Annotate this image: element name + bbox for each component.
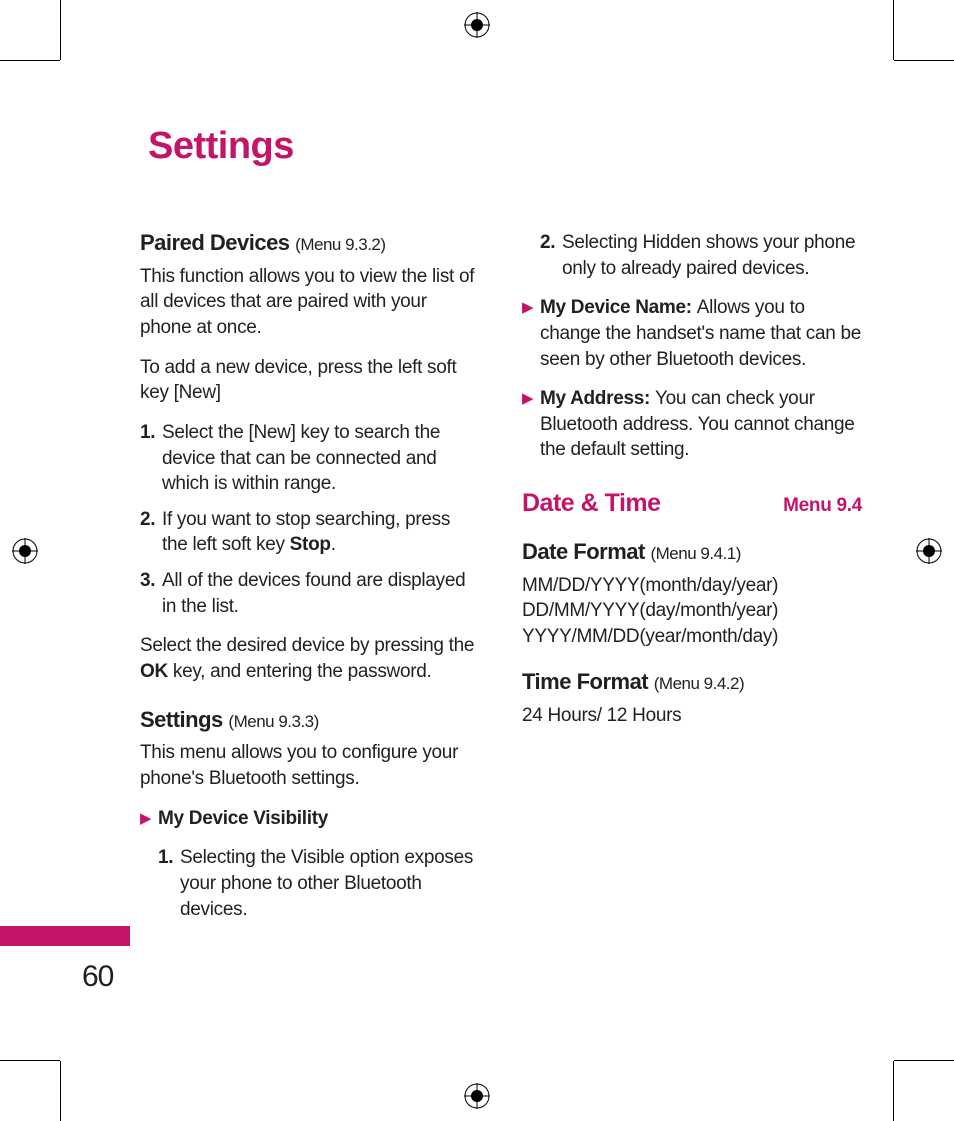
menu-ref: (Menu 9.4.2) bbox=[654, 674, 744, 693]
list-item: 1. Select the [New] key to search the de… bbox=[140, 420, 480, 497]
bullet-label: My Address: bbox=[540, 388, 655, 409]
bullet-label: My Device Name: bbox=[540, 297, 697, 318]
side-tab bbox=[0, 926, 130, 946]
registration-mark-icon bbox=[12, 538, 38, 564]
registration-mark-icon bbox=[464, 12, 490, 38]
bullet-item: ▶ My Address: You can check your Bluetoo… bbox=[522, 386, 862, 463]
menu-ref: (Menu 9.3.3) bbox=[228, 712, 318, 731]
page-title: Settings bbox=[148, 125, 870, 168]
page-number: 60 bbox=[82, 960, 113, 994]
list-number: 2. bbox=[140, 507, 162, 558]
registration-mark-icon bbox=[464, 1083, 490, 1109]
heading-text: Paired Devices bbox=[140, 230, 290, 255]
left-column: Paired Devices (Menu 9.3.2) This functio… bbox=[140, 228, 480, 936]
body-text: This function allows you to view the lis… bbox=[140, 264, 480, 341]
ordered-list: 2. Selecting Hidden shows your phone onl… bbox=[540, 230, 862, 281]
registration-mark-icon bbox=[916, 538, 942, 564]
ordered-list: 1. Select the [New] key to search the de… bbox=[140, 420, 480, 619]
section-title: Date & Time bbox=[522, 487, 661, 521]
body-text: To add a new device, press the left soft… bbox=[140, 355, 480, 406]
arrow-icon: ▶ bbox=[140, 806, 158, 832]
body-text: MM/DD/YYYY(month/day/year) DD/MM/YYYY(da… bbox=[522, 573, 862, 650]
list-item: 1. Selecting the Visible option exposes … bbox=[158, 845, 480, 922]
heading-settings: Settings (Menu 9.3.3) bbox=[140, 705, 480, 735]
section-heading-date-time: Date & Time Menu 9.4 bbox=[522, 487, 862, 521]
list-number: 1. bbox=[158, 845, 180, 922]
bullet-item: ▶ My Device Name: Allows you to change t… bbox=[522, 295, 862, 372]
list-text: All of the devices found are displayed i… bbox=[162, 568, 480, 619]
list-item: 3. All of the devices found are displaye… bbox=[140, 568, 480, 619]
arrow-icon: ▶ bbox=[522, 386, 540, 463]
heading-text: Date Format bbox=[522, 539, 645, 564]
menu-ref: (Menu 9.4.1) bbox=[650, 544, 740, 563]
menu-ref: Menu 9.4 bbox=[783, 493, 862, 519]
heading-time-format: Time Format (Menu 9.4.2) bbox=[522, 667, 862, 697]
list-number: 2. bbox=[540, 230, 562, 281]
ordered-list: 1. Selecting the Visible option exposes … bbox=[158, 845, 480, 922]
arrow-icon: ▶ bbox=[522, 295, 540, 372]
heading-date-format: Date Format (Menu 9.4.1) bbox=[522, 537, 862, 567]
heading-text: Time Format bbox=[522, 669, 648, 694]
body-text: This menu allows you to configure your p… bbox=[140, 740, 480, 791]
menu-ref: (Menu 9.3.2) bbox=[295, 235, 385, 254]
list-item: 2. If you want to stop searching, press … bbox=[140, 507, 480, 558]
page-content: Settings Paired Devices (Menu 9.3.2) Thi… bbox=[140, 125, 870, 936]
bullet-item: ▶ My Device Visibility bbox=[140, 806, 480, 832]
heading-text: Settings bbox=[140, 707, 223, 732]
list-text: Select the [New] key to search the devic… bbox=[162, 420, 480, 497]
list-number: 1. bbox=[140, 420, 162, 497]
heading-paired-devices: Paired Devices (Menu 9.3.2) bbox=[140, 228, 480, 258]
list-text: Selecting Hidden shows your phone only t… bbox=[562, 230, 862, 281]
body-text: Select the desired device by pressing th… bbox=[140, 633, 480, 684]
body-text: 24 Hours/ 12 Hours bbox=[522, 703, 862, 729]
bullet-label: My Device Visibility bbox=[158, 808, 328, 829]
list-number: 3. bbox=[140, 568, 162, 619]
list-text: If you want to stop searching, press the… bbox=[162, 507, 480, 558]
list-item: 2. Selecting Hidden shows your phone onl… bbox=[540, 230, 862, 281]
list-text: Selecting the Visible option exposes you… bbox=[180, 845, 480, 922]
right-column: 2. Selecting Hidden shows your phone onl… bbox=[522, 228, 862, 936]
